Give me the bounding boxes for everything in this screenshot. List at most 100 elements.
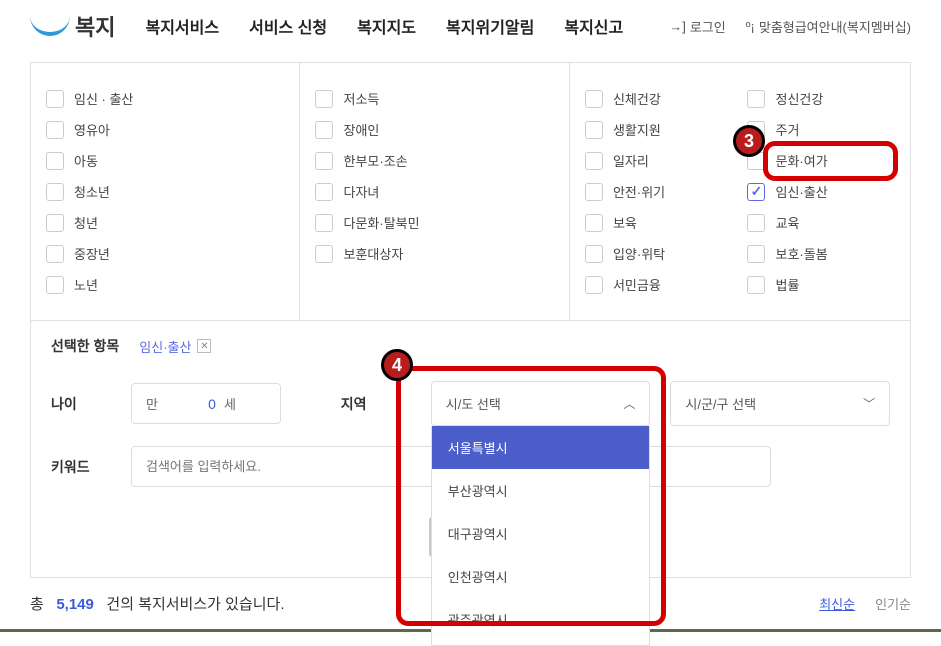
checkbox[interactable] xyxy=(315,90,333,108)
checkbox-row: 정신건강 xyxy=(747,83,895,114)
annotation-badge-4: 4 xyxy=(381,349,413,381)
filter-column-topic: 신체건강생활지원일자리안전·위기보육입양·위탁서민금융 정신건강주거문화·여가✓… xyxy=(570,63,910,320)
sido-option[interactable]: 광주광역시 xyxy=(432,598,650,641)
checkbox-label: 장애인 xyxy=(343,120,379,139)
checkbox[interactable] xyxy=(747,276,765,294)
checkbox-row: ✓임신·출산 xyxy=(747,176,895,207)
checkbox-label: 청년 xyxy=(74,213,98,232)
checkbox[interactable] xyxy=(747,245,765,263)
checkbox-label: 정신건강 xyxy=(775,89,823,108)
sido-option[interactable]: 대전광역시 xyxy=(432,641,650,646)
sido-option[interactable]: 대구광역시 xyxy=(432,512,650,555)
selected-tag-text: 임신·출산 xyxy=(139,337,191,356)
checkbox-label: 노년 xyxy=(74,275,98,294)
check-icon: ✓ xyxy=(751,183,763,200)
checkbox-row: 교육 xyxy=(747,207,895,238)
checkbox[interactable] xyxy=(585,152,603,170)
checkbox-row: 중장년 xyxy=(46,238,284,269)
filter-column-situation: 저소득장애인한부모·조손다자녀다문화·탈북민보훈대상자 xyxy=(300,63,569,320)
checkbox-row: 다자녀 xyxy=(315,176,553,207)
sido-dropdown: 서울특별시부산광역시대구광역시인천광역시광주광역시대전광역시 xyxy=(431,426,651,646)
checkbox[interactable] xyxy=(46,90,64,108)
sido-option[interactable]: 서울특별시 xyxy=(432,426,650,469)
checkbox-row: 노년 xyxy=(46,269,284,300)
tag-remove-button[interactable]: ✕ xyxy=(197,339,211,353)
checkbox[interactable] xyxy=(46,245,64,263)
checkbox[interactable] xyxy=(585,276,603,294)
sido-select[interactable]: 시/도 선택 ︿ xyxy=(431,381,651,426)
checkbox-label: 다문화·탈북민 xyxy=(343,213,419,232)
selected-items-row: 선택한 항목 임신·출산 ✕ xyxy=(31,320,910,371)
checkbox-row: 문화·여가 xyxy=(747,145,895,176)
checkbox-label: 보육 xyxy=(613,213,637,232)
checkbox-label: 신체건강 xyxy=(613,89,661,108)
nav-welfare-service[interactable]: 복지서비스 xyxy=(145,14,219,38)
filter-panel: 3 임신 · 출산영유아아동청소년청년중장년노년 저소득장애인한부모·조손다자녀… xyxy=(30,62,911,578)
sido-placeholder: 시/도 선택 xyxy=(446,394,501,413)
checkbox-row: 장애인 xyxy=(315,114,553,145)
checkbox[interactable] xyxy=(46,152,64,170)
sido-option[interactable]: 부산광역시 xyxy=(432,469,650,512)
logo-text: 복지 xyxy=(75,10,115,42)
checkbox-row: 보훈대상자 xyxy=(315,238,553,269)
checkbox[interactable] xyxy=(315,214,333,232)
checkbox-label: 다자녀 xyxy=(343,182,379,201)
checkbox-row: 일자리 xyxy=(585,145,733,176)
age-label: 나이 xyxy=(51,394,111,414)
checkbox[interactable] xyxy=(46,121,64,139)
selected-tag: 임신·출산 ✕ xyxy=(139,337,211,356)
checkbox[interactable] xyxy=(315,245,333,263)
checkbox[interactable] xyxy=(46,214,64,232)
login-icon: →] xyxy=(669,19,686,34)
nav-service-apply[interactable]: 서비스 신청 xyxy=(249,14,327,38)
nav-welfare-report[interactable]: 복지신고 xyxy=(564,14,623,38)
result-count: 총 5,149 건의 복지서비스가 있습니다. xyxy=(30,593,285,614)
checkbox-label: 서민금융 xyxy=(613,275,661,294)
checkbox[interactable] xyxy=(585,90,603,108)
checkbox-row: 주거 xyxy=(747,114,895,145)
checkbox[interactable] xyxy=(46,183,64,201)
age-input-wrap: 만 세 xyxy=(131,383,281,424)
sigungu-select[interactable]: 시/군/구 선택 ﹀ xyxy=(670,381,890,426)
checkbox-label: 일자리 xyxy=(613,151,649,170)
checkbox[interactable] xyxy=(585,214,603,232)
checkbox[interactable] xyxy=(585,121,603,139)
age-field[interactable] xyxy=(166,396,216,412)
logo[interactable]: 복지 xyxy=(30,10,115,42)
sido-option[interactable]: 인천광역시 xyxy=(432,555,650,598)
checkbox-label: 법률 xyxy=(775,275,799,294)
checkbox-label: 주거 xyxy=(775,120,799,139)
checkbox-label: 저소득 xyxy=(343,89,379,108)
checkbox[interactable] xyxy=(585,245,603,263)
checkbox-row: 영유아 xyxy=(46,114,284,145)
age-prefix: 만 xyxy=(146,394,158,413)
checkbox[interactable] xyxy=(315,152,333,170)
person-icon: º¡ xyxy=(746,19,755,34)
selected-label: 선택한 항목 xyxy=(51,336,119,356)
age-suffix: 세 xyxy=(224,394,236,413)
checkbox-label: 생활지원 xyxy=(613,120,661,139)
sort-popular[interactable]: 인기순 xyxy=(875,594,911,613)
checkbox-label: 교육 xyxy=(775,213,799,232)
checkbox-row: 저소득 xyxy=(315,83,553,114)
nav-welfare-map[interactable]: 복지지도 xyxy=(357,14,416,38)
checkbox[interactable] xyxy=(315,121,333,139)
checkbox-row: 아동 xyxy=(46,145,284,176)
checkbox[interactable] xyxy=(747,90,765,108)
checkbox-row: 생활지원 xyxy=(585,114,733,145)
checkbox-row: 보호·돌봄 xyxy=(747,238,895,269)
nav-crisis-alert[interactable]: 복지위기알림 xyxy=(446,14,534,38)
checkbox[interactable] xyxy=(46,276,64,294)
login-link[interactable]: →] 로그인 xyxy=(669,17,726,36)
checkbox-label: 보훈대상자 xyxy=(343,244,403,263)
checkbox[interactable] xyxy=(585,183,603,201)
sort-latest[interactable]: 최신순 xyxy=(819,594,855,613)
checkbox-label: 영유아 xyxy=(74,120,110,139)
checkbox-row: 서민금융 xyxy=(585,269,733,300)
result-suffix: 건의 복지서비스가 있습니다. xyxy=(106,596,284,613)
checkbox-label: 보호·돌봄 xyxy=(775,244,827,263)
membership-link[interactable]: º¡ 맞춤형급여안내(복지멤버십) xyxy=(746,17,911,36)
checkbox[interactable] xyxy=(315,183,333,201)
checkbox[interactable] xyxy=(747,214,765,232)
checkbox[interactable]: ✓ xyxy=(747,183,765,201)
